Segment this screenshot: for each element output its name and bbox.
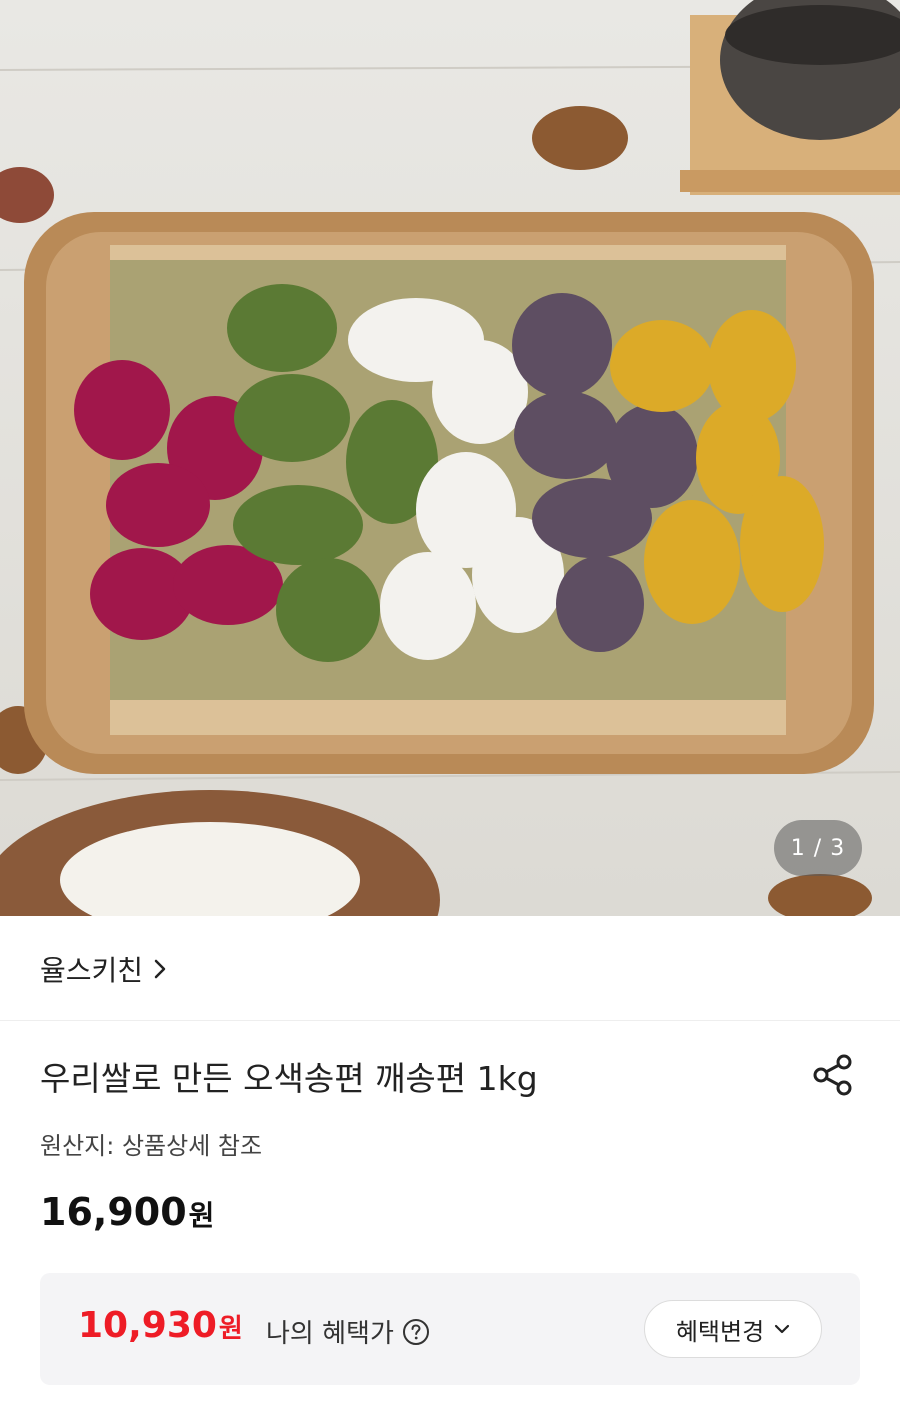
section-divider bbox=[0, 1020, 900, 1021]
benefit-price-box: 10,930 원 나의 혜택가 혜택변경 bbox=[40, 1273, 860, 1385]
chevron-right-icon bbox=[154, 959, 166, 979]
price-value: 16,900 bbox=[40, 1190, 187, 1234]
change-benefit-button[interactable]: 혜택변경 bbox=[644, 1300, 822, 1358]
benefit-price: 10,930 원 bbox=[78, 1305, 243, 1346]
question-circle-icon[interactable] bbox=[402, 1318, 430, 1346]
chevron-down-icon bbox=[775, 1324, 790, 1334]
benefit-price-value: 10,930 bbox=[78, 1305, 217, 1346]
image-counter-total: 3 bbox=[830, 835, 846, 861]
seller-name: 율스키친 bbox=[40, 954, 144, 987]
price-unit: 원 bbox=[188, 1199, 215, 1232]
product-title: 우리쌀로 만든 오색송편 깨송편 1kg bbox=[40, 1059, 538, 1098]
seller-link[interactable]: 율스키친 bbox=[40, 944, 167, 994]
image-counter-separator: / bbox=[813, 835, 823, 861]
share-icon bbox=[813, 1054, 852, 1096]
product-image bbox=[0, 0, 900, 916]
product-price: 16,900 원 bbox=[40, 1190, 214, 1234]
origin-text: 원산지: 상품상세 참조 bbox=[40, 1132, 263, 1160]
change-benefit-label: 혜택변경 bbox=[675, 1317, 765, 1346]
product-image-gallery[interactable]: 1 / 3 bbox=[0, 0, 900, 916]
benefit-label-text: 나의 혜택가 bbox=[266, 1319, 394, 1349]
share-button[interactable] bbox=[808, 1050, 858, 1100]
image-counter-current: 1 bbox=[790, 835, 806, 861]
benefit-price-unit: 원 bbox=[218, 1314, 243, 1344]
benefit-label: 나의 혜택가 bbox=[266, 1313, 430, 1350]
image-counter: 1 / 3 bbox=[774, 820, 862, 876]
